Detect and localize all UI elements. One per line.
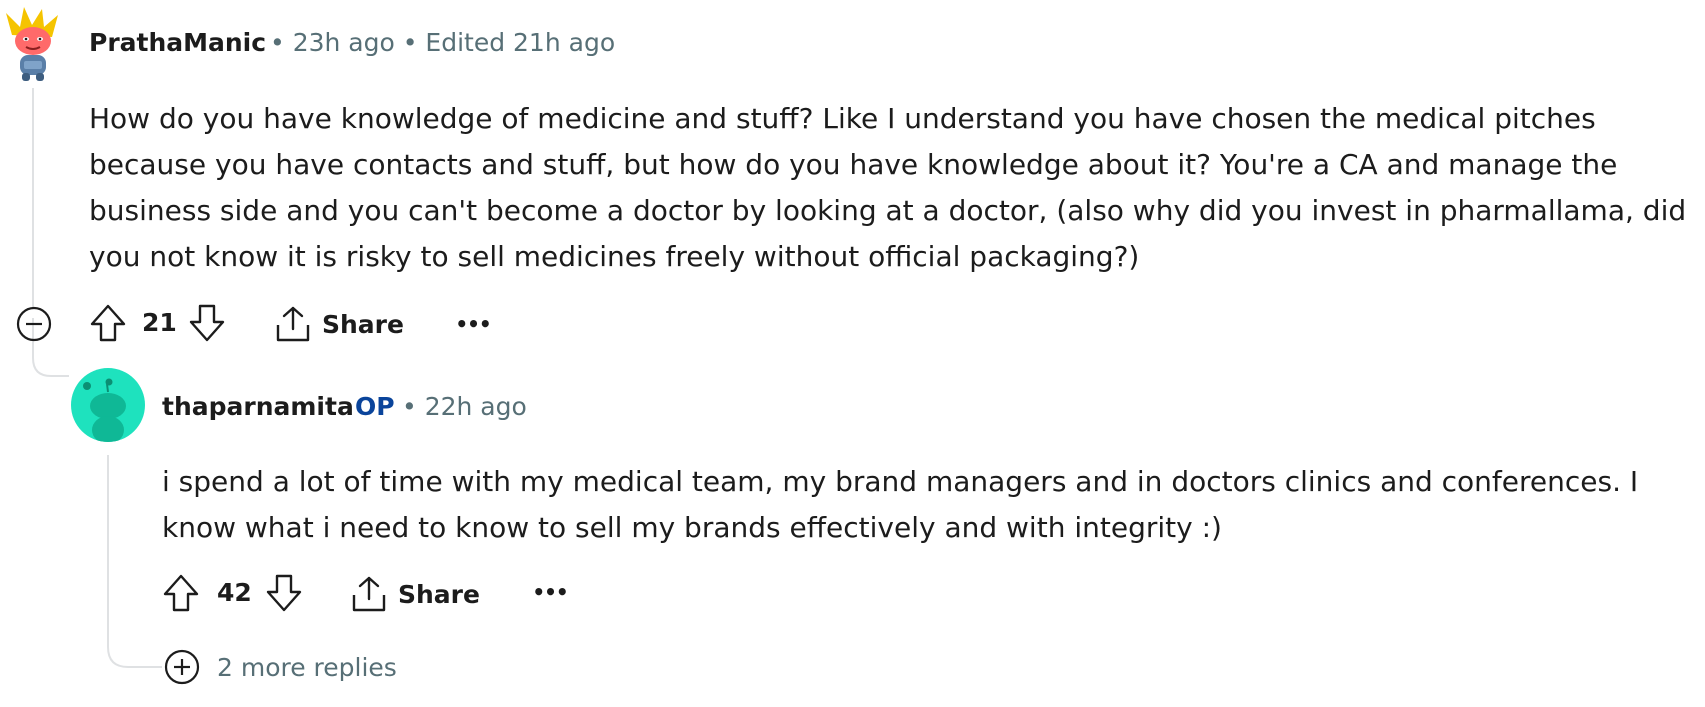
downvote-button[interactable] [185, 300, 229, 346]
thread-line-reply [107, 455, 109, 635]
ellipsis-icon: ••• [455, 312, 491, 336]
mascot-avatar-icon[interactable] [2, 5, 64, 83]
comment-meta: • 23h ago • Edited 21h ago [270, 28, 616, 57]
vote-count: 21 [142, 308, 177, 337]
arrow-down-icon [266, 574, 302, 612]
snoo-avatar-icon[interactable] [71, 368, 145, 442]
share-icon [352, 576, 386, 612]
comment-author[interactable]: PrathaManic [89, 28, 266, 57]
share-button[interactable]: Share [274, 302, 404, 346]
share-button[interactable]: Share [350, 572, 480, 616]
op-badge: OP [355, 392, 395, 421]
more-replies-button[interactable]: 2 more replies [163, 648, 397, 686]
comment-meta: • 22h ago [402, 392, 527, 421]
share-label: Share [398, 579, 480, 609]
upvote-button[interactable] [159, 570, 203, 616]
comment-body: How do you have knowledge of medicine an… [89, 102, 1687, 273]
share-icon [276, 306, 310, 342]
more-options-button[interactable]: ••• [453, 304, 493, 344]
minus-circle-icon [16, 306, 52, 342]
upvote-button[interactable] [86, 300, 130, 346]
arrow-up-icon [90, 304, 126, 342]
downvote-button[interactable] [262, 570, 306, 616]
comment-author[interactable]: thaparnamita [162, 392, 354, 421]
ellipsis-icon: ••• [532, 580, 568, 604]
thread-connector-more [107, 625, 162, 668]
arrow-up-icon [163, 574, 199, 612]
share-label: Share [322, 309, 404, 339]
plus-circle-icon [164, 649, 200, 685]
comment-body: i spend a lot of time with my medical te… [162, 465, 1639, 544]
arrow-down-icon [189, 304, 225, 342]
collapse-thread-button[interactable] [14, 304, 54, 344]
vote-count: 42 [217, 578, 252, 607]
more-replies-label: 2 more replies [217, 652, 397, 682]
thread-line-root [32, 88, 34, 308]
more-options-button[interactable]: ••• [530, 572, 570, 612]
